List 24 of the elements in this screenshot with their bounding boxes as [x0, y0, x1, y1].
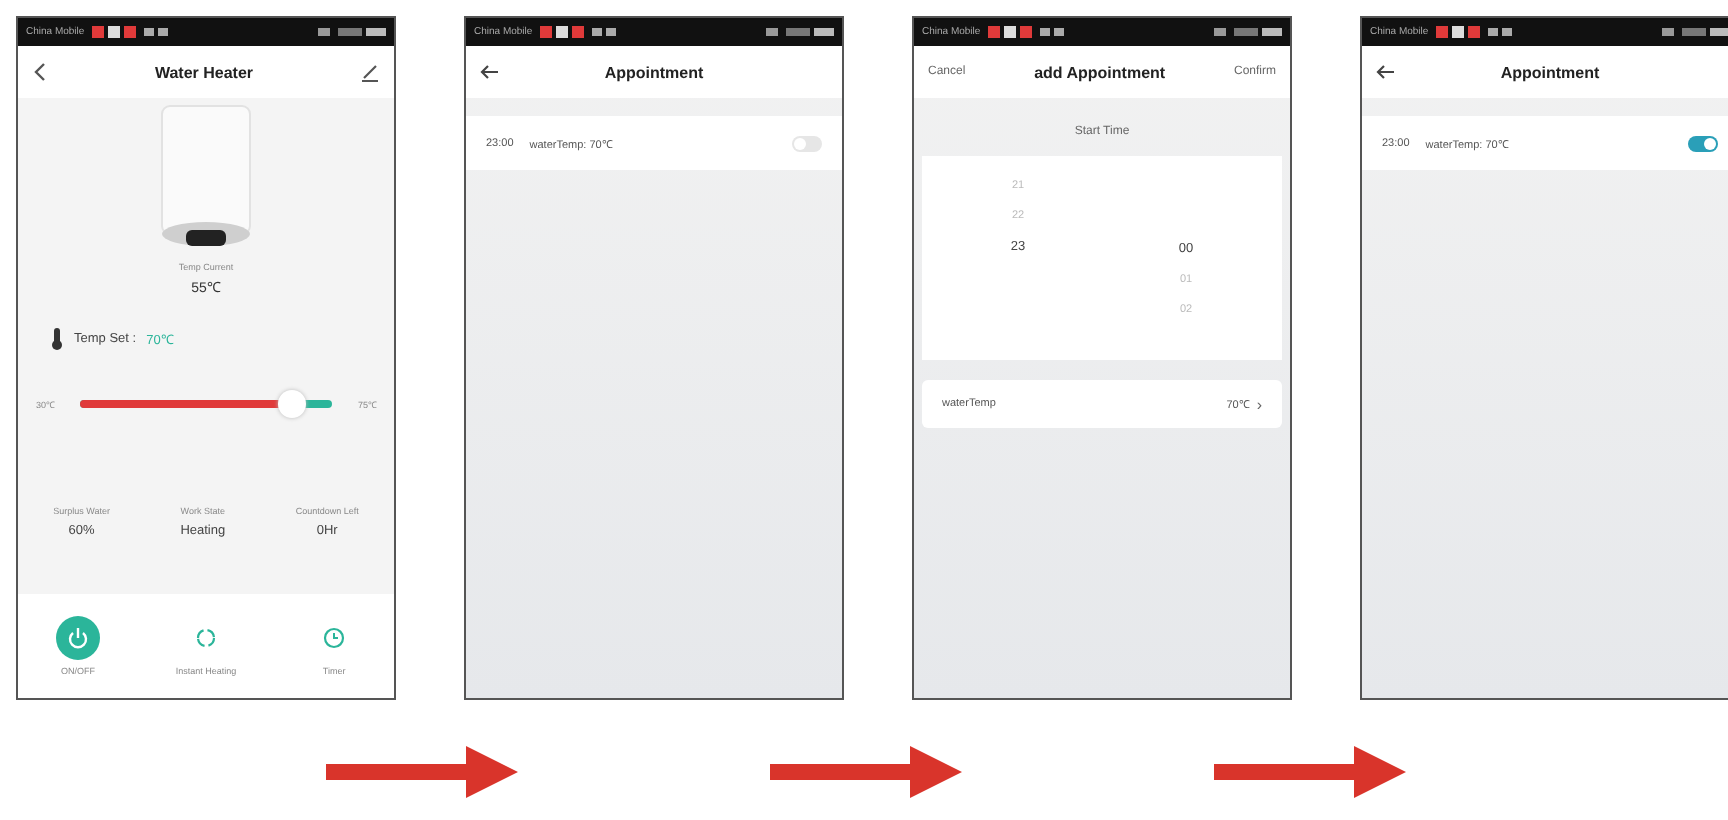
slider-thumb[interactable] [277, 390, 306, 418]
screen-title: Appointment [1500, 63, 1600, 81]
back-arrow-icon[interactable] [480, 62, 500, 82]
refresh-icon [194, 626, 218, 650]
action-button[interactable] [55, 616, 100, 660]
status-icons [540, 26, 621, 38]
thermometer-icon [50, 328, 64, 350]
screen-title: add Appointment [1034, 63, 1166, 81]
power-icon [65, 626, 90, 650]
arrow-icon [770, 742, 962, 802]
toggle-switch[interactable] [792, 135, 822, 151]
status-icons [988, 26, 1069, 38]
toggle-switch[interactable] [1688, 135, 1718, 151]
status-icons [1436, 26, 1517, 38]
chevron-icon: › [1256, 395, 1262, 413]
arrow-icon [1214, 742, 1406, 802]
clock-icon [322, 626, 347, 650]
back-arrow-icon[interactable] [1376, 62, 1396, 82]
arrow-icon [326, 742, 518, 802]
screen-title: Water Heater [154, 63, 254, 81]
screen-title: Appointment [604, 63, 704, 81]
edit-icon[interactable] [360, 62, 380, 82]
back-icon[interactable] [32, 62, 48, 82]
status-icons [92, 26, 173, 38]
